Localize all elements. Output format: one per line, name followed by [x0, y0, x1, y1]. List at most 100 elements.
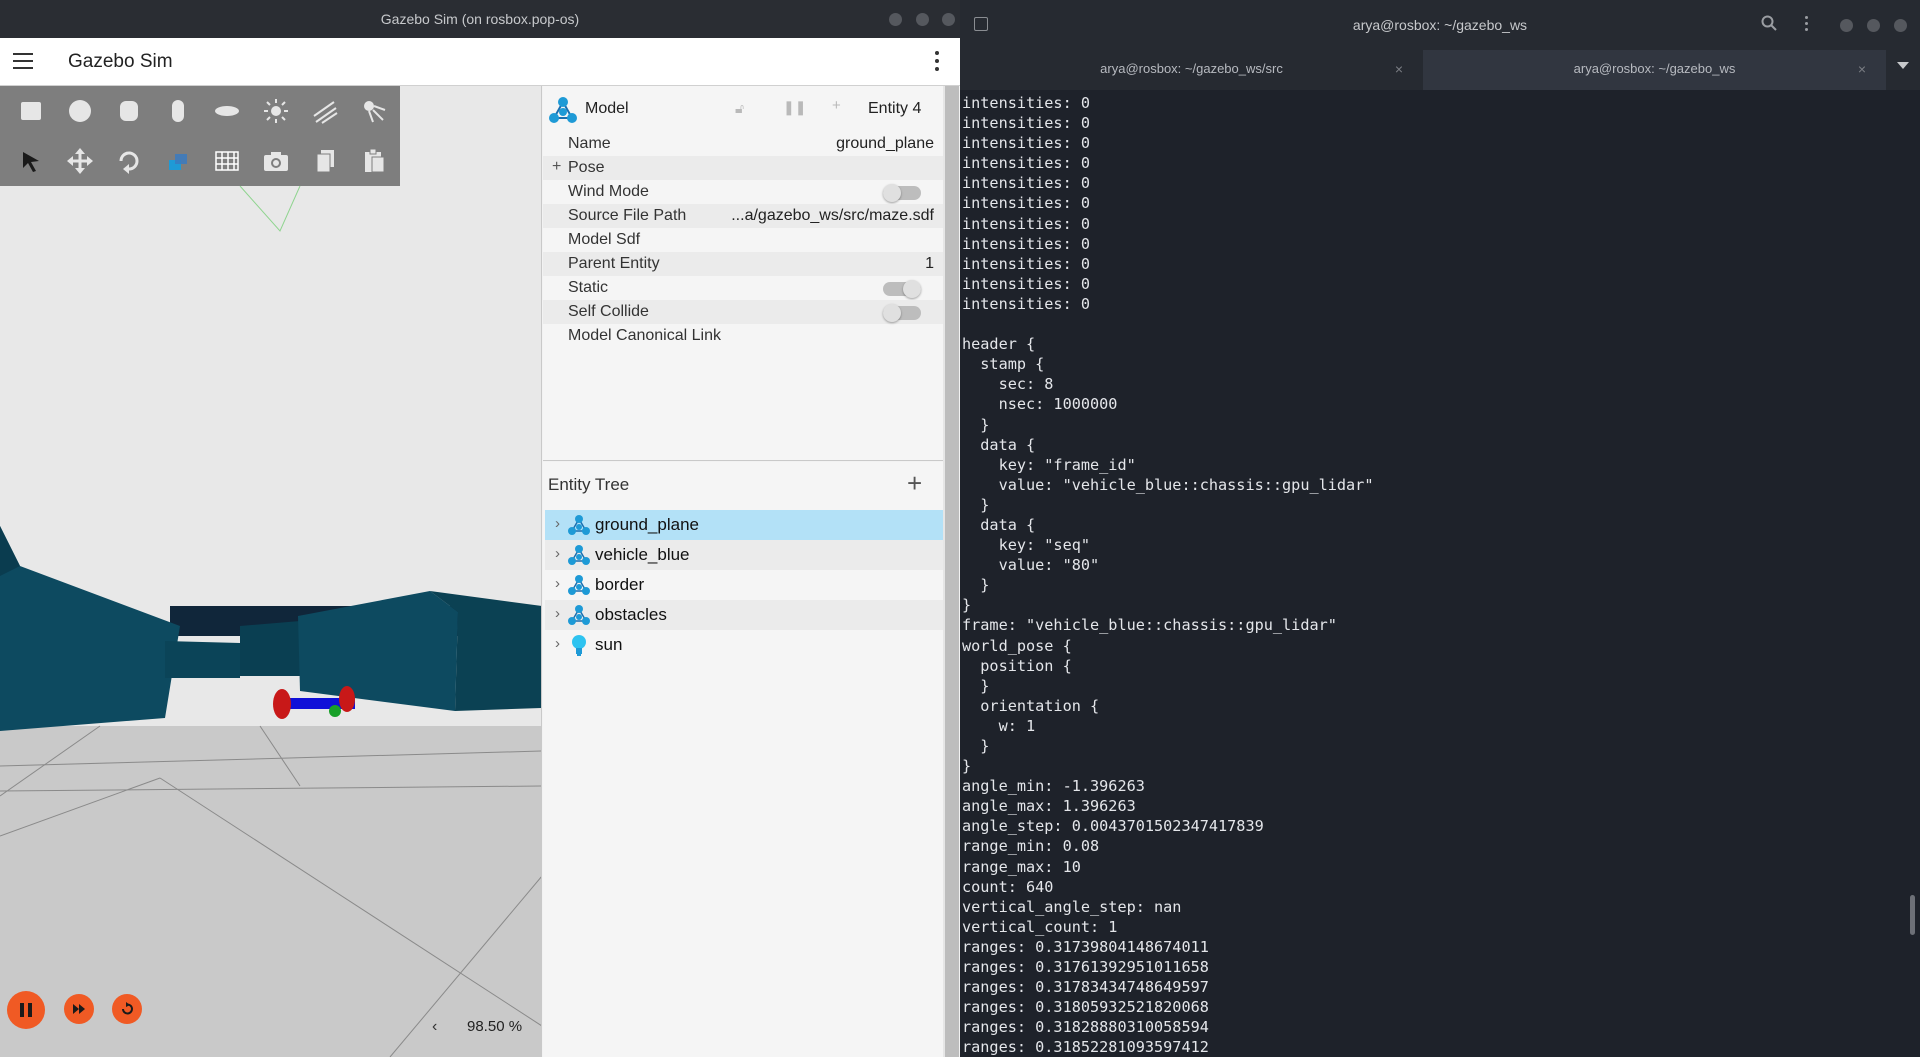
- property-label: Model Canonical Link: [568, 327, 721, 344]
- tree-item-label: sun: [595, 635, 623, 654]
- property-row-wind-mode: Wind Mode: [543, 180, 943, 204]
- box-shape-icon[interactable]: [8, 89, 53, 133]
- close-tab-icon[interactable]: ×: [1858, 50, 1866, 88]
- maximize-button[interactable]: [916, 13, 929, 26]
- screenshot-camera-icon[interactable]: [253, 139, 298, 183]
- property-row-model-sdf[interactable]: Model Sdf: [543, 228, 943, 252]
- tree-item-label: vehicle_blue: [595, 545, 690, 564]
- tree-item-label: ground_plane: [595, 515, 699, 534]
- rotate-icon[interactable]: [106, 139, 151, 183]
- property-value[interactable]: ground_plane: [836, 135, 934, 153]
- select-cursor-icon[interactable]: [8, 139, 53, 183]
- capsule-shape-icon[interactable]: [155, 89, 200, 133]
- close-button[interactable]: [942, 13, 955, 26]
- terminal-tab-ws[interactable]: arya@rosbox: ~/gazebo_ws ×: [1423, 50, 1886, 90]
- minimize-button[interactable]: [1840, 19, 1853, 32]
- property-label: Model Sdf: [568, 231, 641, 248]
- entity-tree-panel: Entity Tree + › ground_plane › vehicle_b…: [543, 462, 943, 1057]
- hamburger-menu-icon[interactable]: [13, 53, 33, 69]
- transform-control-icon[interactable]: [155, 139, 200, 183]
- lock-icon[interactable]: 🔓︎: [735, 100, 744, 117]
- desktop: Gazebo Sim (on rosbox.pop-os) Gazebo Sim: [0, 0, 1920, 1057]
- ellipsoid-shape-icon[interactable]: [204, 89, 249, 133]
- cylinder-shape-icon[interactable]: [106, 89, 151, 133]
- tree-item-sun[interactable]: › sun: [545, 630, 943, 660]
- property-value: ...a/gazebo_ws/src/maze.sdf: [731, 207, 934, 224]
- chevron-left-icon[interactable]: ‹: [432, 1018, 437, 1036]
- pause-updates-icon[interactable]: ❚❚: [783, 99, 806, 116]
- model-icon: [568, 605, 590, 625]
- chevron-right-icon[interactable]: ›: [555, 635, 560, 652]
- directional-light-icon[interactable]: [302, 89, 347, 133]
- add-component-icon[interactable]: +: [832, 97, 841, 114]
- minimize-button[interactable]: [889, 13, 902, 26]
- tree-item-label: border: [595, 575, 645, 594]
- property-label: Pose: [568, 159, 605, 176]
- terminal-window: arya@rosbox: ~/gazebo_ws arya@rosbox: ~/…: [960, 0, 1920, 1057]
- pause-button[interactable]: [7, 991, 45, 1029]
- property-row-static: Static: [543, 276, 943, 300]
- fast-forward-icon: [73, 1004, 85, 1014]
- component-title: Model: [585, 100, 629, 117]
- close-tab-icon[interactable]: ×: [1395, 50, 1403, 88]
- property-label: Self Collide: [568, 303, 649, 320]
- property-label: Name: [568, 135, 611, 152]
- step-forward-button[interactable]: [64, 994, 94, 1024]
- 3d-scene-viewport[interactable]: [0, 86, 542, 1057]
- sphere-shape-icon[interactable]: [57, 89, 102, 133]
- add-entity-icon[interactable]: +: [907, 468, 922, 499]
- chevron-right-icon[interactable]: ›: [555, 575, 560, 592]
- terminal-menu-icon[interactable]: [1805, 16, 1809, 34]
- chevron-right-icon[interactable]: ›: [555, 545, 560, 562]
- tab-label: arya@rosbox: ~/gazebo_ws/src: [1100, 61, 1283, 76]
- reset-icon: [122, 1002, 133, 1015]
- component-inspector-header: Model 🔓︎ ❚❚ + Entity 4: [543, 86, 943, 128]
- tree-item-border[interactable]: › border: [545, 570, 943, 600]
- model-icon: [568, 575, 590, 595]
- tree-item-vehicle-blue[interactable]: › vehicle_blue: [545, 540, 943, 570]
- chevron-right-icon[interactable]: ›: [555, 605, 560, 622]
- terminal-tab-bar: arya@rosbox: ~/gazebo_ws/src × arya@rosb…: [960, 50, 1920, 90]
- point-light-icon[interactable]: [253, 89, 298, 133]
- terminal-output[interactable]: intensities: 0 intensities: 0 intensitie…: [962, 93, 1902, 1057]
- expand-plus-icon[interactable]: +: [552, 158, 561, 176]
- panel-scrollbar[interactable]: [945, 86, 959, 1057]
- terminal-tab-src[interactable]: arya@rosbox: ~/gazebo_ws/src ×: [960, 50, 1423, 90]
- property-label: Static: [568, 279, 609, 296]
- app-header: Gazebo Sim: [0, 38, 960, 86]
- static-toggle[interactable]: [883, 280, 921, 298]
- grid-icon[interactable]: [204, 139, 249, 183]
- gazebo-os-titlebar[interactable]: Gazebo Sim (on rosbox.pop-os): [0, 0, 960, 38]
- tab-label: arya@rosbox: ~/gazebo_ws: [1573, 61, 1736, 76]
- paste-icon[interactable]: [351, 139, 396, 183]
- translate-move-icon[interactable]: [57, 139, 102, 183]
- self-collide-toggle[interactable]: [883, 304, 921, 322]
- reset-button[interactable]: [112, 994, 142, 1024]
- tree-item-obstacles[interactable]: › obstacles: [545, 600, 943, 630]
- copy-icon[interactable]: [302, 139, 347, 183]
- app-title: Gazebo Sim: [68, 51, 173, 72]
- tree-item-label: obstacles: [595, 605, 667, 624]
- property-label: Wind Mode: [568, 183, 649, 200]
- close-button[interactable]: [1894, 19, 1907, 32]
- real-time-factor: 98.50 %: [467, 1018, 523, 1035]
- wind-mode-toggle[interactable]: [883, 184, 921, 202]
- light-bulb-icon: [572, 635, 586, 656]
- model-icon: [568, 545, 590, 565]
- component-inspector: Model 🔓︎ ❚❚ + Entity 4 Name ground_plane…: [543, 86, 943, 461]
- gazebo-window: Gazebo Sim (on rosbox.pop-os) Gazebo Sim: [0, 0, 960, 1057]
- search-icon[interactable]: [1761, 15, 1777, 31]
- entity-id-label: Entity 4: [868, 100, 922, 117]
- maximize-button[interactable]: [1867, 19, 1880, 32]
- spot-light-icon[interactable]: [351, 89, 396, 133]
- shapes-toolbar: [0, 86, 400, 136]
- tab-dropdown-icon[interactable]: [1897, 62, 1909, 69]
- terminal-titlebar[interactable]: arya@rosbox: ~/gazebo_ws: [960, 0, 1920, 50]
- entity-tree-title: Entity Tree: [548, 475, 630, 494]
- terminal-scrollbar[interactable]: [1910, 895, 1915, 935]
- property-row-pose[interactable]: + Pose: [543, 156, 943, 180]
- chevron-right-icon[interactable]: ›: [555, 515, 560, 532]
- kebab-menu-icon[interactable]: [934, 51, 940, 73]
- pause-icon: [20, 1003, 32, 1017]
- tree-item-ground-plane[interactable]: › ground_plane: [545, 510, 943, 540]
